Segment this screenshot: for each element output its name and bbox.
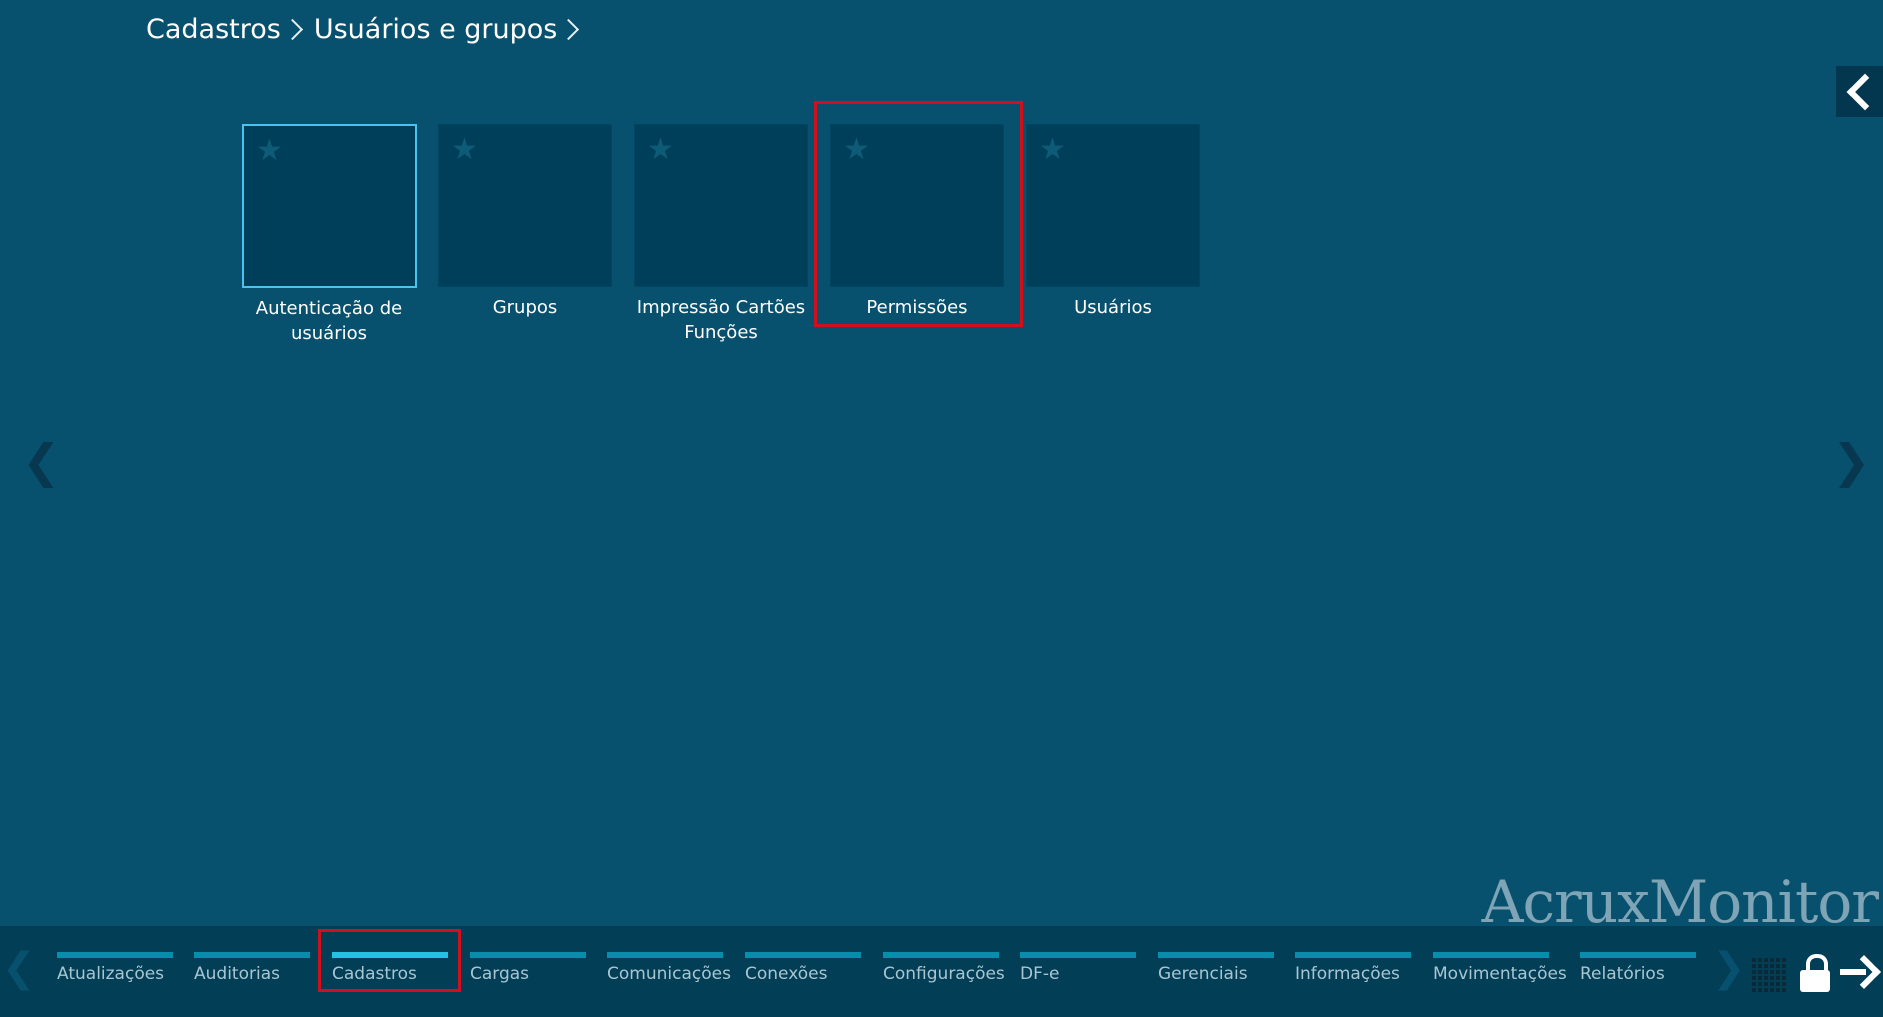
footer-scroll-left-icon[interactable]: ❮ (2, 948, 36, 988)
nav-bar (1158, 952, 1274, 958)
tile-label: Impressão Cartões Funções (636, 297, 806, 343)
chevron-right-icon (281, 18, 303, 41)
page-next-icon[interactable]: ❯ (1832, 438, 1871, 484)
breadcrumb-item-cadastros[interactable]: Cadastros (146, 14, 281, 45)
breadcrumb: Cadastros Usuários e grupos (146, 14, 590, 45)
nav-bar (607, 952, 723, 958)
favorite-star-icon[interactable]: ★ (1039, 135, 1066, 165)
nav-label: Relatórios (1580, 964, 1665, 984)
chevron-right-icon (558, 18, 580, 41)
tile-box: ★ (634, 124, 808, 287)
tile-usuarios[interactable]: ★ Usuários (1026, 124, 1200, 320)
grid-icon[interactable] (1750, 956, 1786, 992)
tile-box: ★ (242, 124, 417, 288)
nav-bar (1433, 952, 1549, 958)
nav-bar (745, 952, 861, 958)
favorite-star-icon[interactable]: ★ (451, 135, 478, 165)
nav-label: Cargas (470, 964, 530, 984)
lock-icon[interactable] (1800, 954, 1832, 994)
logout-arrow-icon[interactable] (1838, 952, 1881, 992)
highlight-box-cadastros (318, 929, 461, 992)
nav-label: DF-e (1020, 964, 1060, 984)
nav-label: Gerenciais (1158, 964, 1248, 984)
nav-label: Informações (1295, 964, 1400, 984)
tile-impressao-cartoes-funcoes[interactable]: ★ Impressão Cartões Funções (634, 124, 808, 345)
nav-label: Conexões (745, 964, 828, 984)
highlight-box-permissoes (814, 101, 1023, 327)
tile-grupos[interactable]: ★ Grupos (438, 124, 612, 320)
nav-bar (1295, 952, 1411, 958)
nav-bar (883, 952, 999, 958)
tile-box: ★ (438, 124, 612, 287)
nav-bar (470, 952, 586, 958)
nav-label: Atualizações (57, 964, 165, 984)
collapse-panel-button[interactable] (1836, 66, 1883, 117)
nav-bar (1580, 952, 1696, 958)
tile-label: Grupos (492, 297, 558, 318)
footer-nav: ❮ Atualizações Auditorias Cadastros Carg… (0, 926, 1883, 1017)
tile-label: Usuários (1074, 297, 1152, 318)
breadcrumb-item-usuarios-e-grupos[interactable]: Usuários e grupos (314, 14, 558, 45)
page-prev-icon[interactable]: ❮ (22, 438, 61, 484)
tile-box: ★ (1026, 124, 1200, 287)
lock-body (1800, 970, 1830, 992)
nav-label: Auditorias (194, 964, 280, 984)
nav-bar (57, 952, 173, 958)
arrow-head (1847, 955, 1881, 989)
favorite-star-icon[interactable]: ★ (256, 136, 283, 166)
favorite-star-icon[interactable]: ★ (647, 135, 674, 165)
nav-label: Configurações (883, 964, 1005, 984)
nav-label: Comunicações (607, 964, 731, 984)
footer-scroll-right-icon[interactable]: ❯ (1712, 948, 1746, 988)
tile-autenticacao-de-usuarios[interactable]: ★ Autenticação de usuários (242, 124, 417, 346)
tile-label: Autenticação de usuários (255, 298, 403, 344)
nav-label: Movimentações (1433, 964, 1567, 984)
chevron-left-icon (1846, 73, 1883, 110)
nav-bar (1020, 952, 1136, 958)
nav-bar (194, 952, 310, 958)
